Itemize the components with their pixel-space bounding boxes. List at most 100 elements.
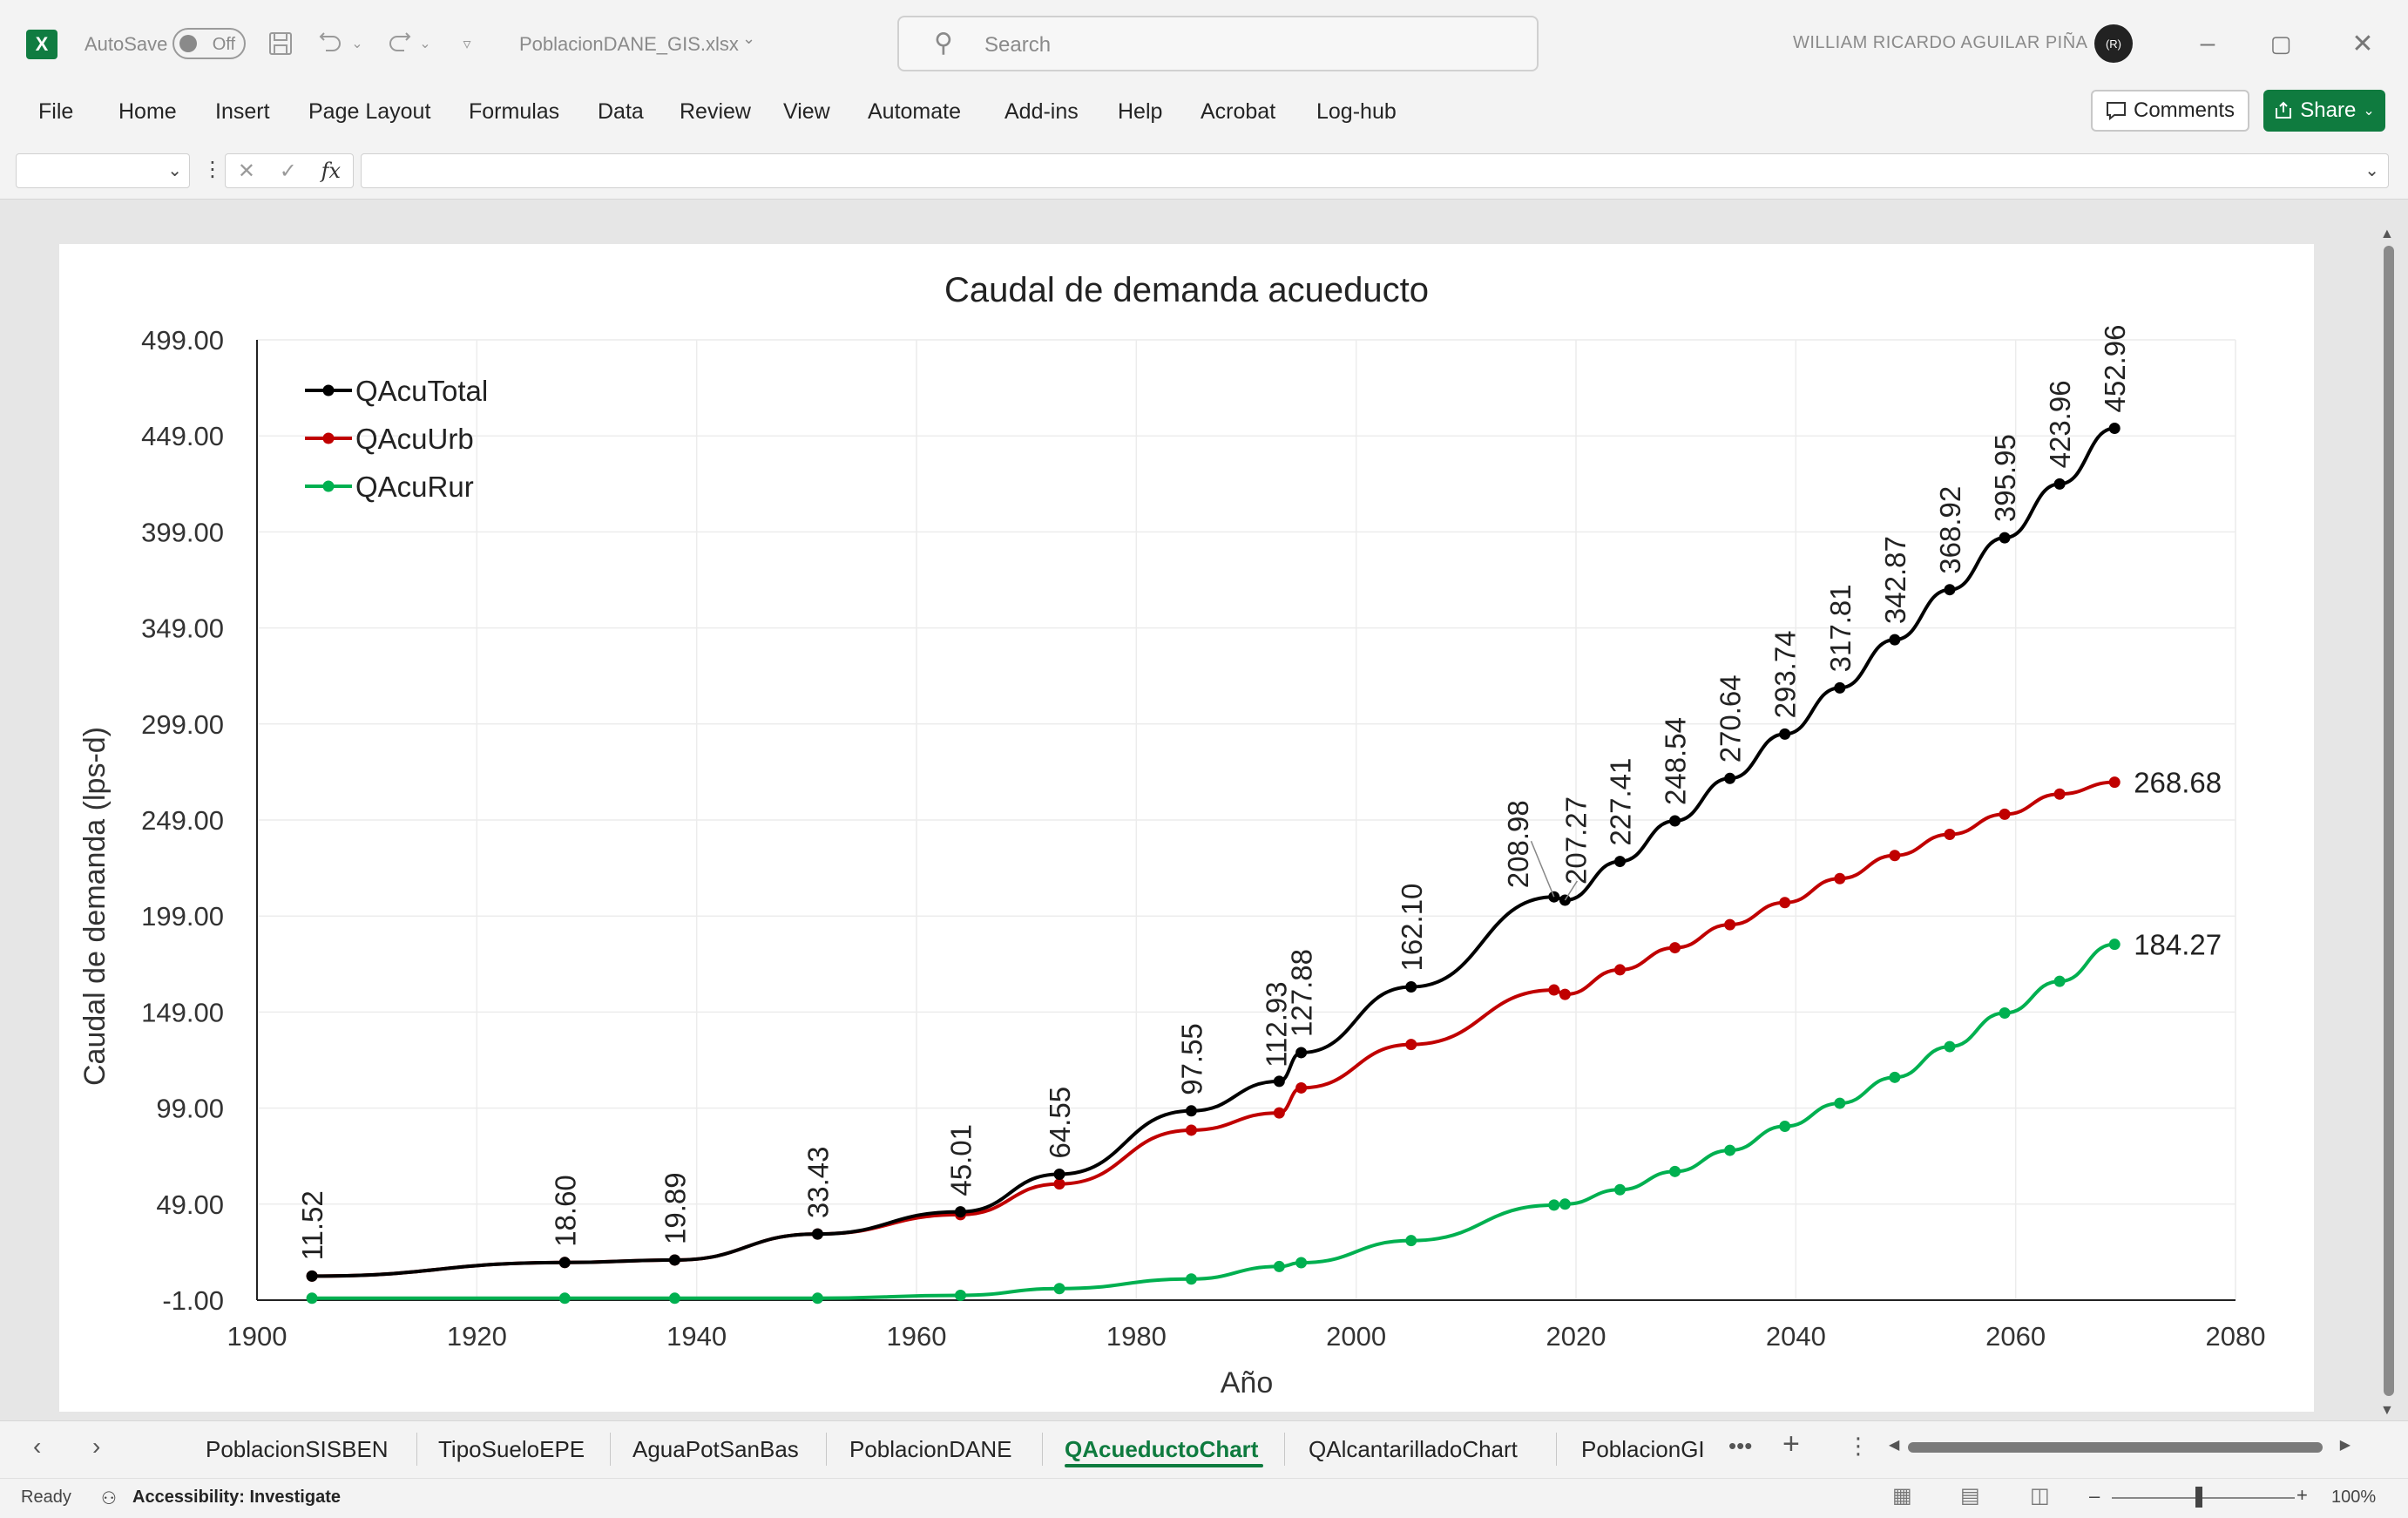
excel-logo-icon: X xyxy=(26,30,57,59)
menu-review[interactable]: Review xyxy=(680,99,751,125)
data-point-qacutotal xyxy=(1295,1047,1308,1059)
page-layout-view-icon[interactable]: ▤ xyxy=(1960,1483,1980,1508)
data-point-qacutotal xyxy=(1944,584,1956,596)
undo-dropdown-icon[interactable]: ⌄ xyxy=(348,26,366,61)
share-button[interactable]: Share ⌄ xyxy=(2263,90,2385,132)
data-point-qacutotal xyxy=(1273,1075,1285,1088)
tab-poblacion-sisben[interactable]: PoblacionSISBEN xyxy=(206,1436,389,1463)
data-point-qacurur xyxy=(668,1292,680,1305)
menu-insert[interactable]: Insert xyxy=(215,99,270,125)
data-point-qacutotal xyxy=(2053,478,2066,490)
horizontal-scrollbar[interactable]: ◀ ▶ xyxy=(1889,1438,2351,1455)
scroll-up-icon[interactable]: ▲ xyxy=(2380,227,2394,242)
legend-marker-qacurur xyxy=(322,480,335,492)
minimize-icon[interactable]: – xyxy=(2188,24,2227,63)
series-group xyxy=(306,422,2121,1305)
data-point-qacuurb xyxy=(1559,988,1571,1000)
scroll-down-icon[interactable]: ▼ xyxy=(2380,1403,2394,1419)
status-ready: Ready xyxy=(21,1488,71,1507)
close-icon[interactable]: ✕ xyxy=(2344,24,2382,63)
add-sheet-icon[interactable]: + xyxy=(1782,1427,1800,1461)
series-line-qacutotal xyxy=(312,426,2115,1278)
tab-poblacion-gi[interactable]: PoblacionGI xyxy=(1581,1436,1705,1463)
autosave-toggle[interactable]: Off xyxy=(172,28,246,59)
redo-dropdown-icon[interactable]: ⌄ xyxy=(416,26,434,61)
menu-acrobat[interactable]: Acrobat xyxy=(1201,99,1275,125)
data-label-qacutotal: 33.43 xyxy=(802,1147,834,1219)
data-point-qacurur xyxy=(306,1292,318,1305)
series-line-qacuurb xyxy=(312,780,2115,1278)
data-point-qacutotal xyxy=(811,1228,823,1240)
menu-formulas[interactable]: Formulas xyxy=(469,99,559,125)
y-tick-label: 149.00 xyxy=(141,997,224,1027)
formula-input[interactable]: ⌄ xyxy=(361,153,2389,188)
user-avatar[interactable]: (R) xyxy=(2094,24,2133,63)
hscrollbar-thumb[interactable] xyxy=(1908,1442,2323,1453)
undo-icon[interactable] xyxy=(314,26,348,61)
data-point-qacurur xyxy=(558,1292,571,1305)
x-tick-label: 1920 xyxy=(447,1321,507,1352)
menu-data[interactable]: Data xyxy=(598,99,644,125)
menu-help[interactable]: Help xyxy=(1118,99,1162,125)
name-box[interactable]: ⌄ xyxy=(16,153,190,188)
menu-log-hub[interactable]: Log-hub xyxy=(1316,99,1397,125)
menu-file[interactable]: File xyxy=(38,99,73,125)
scrollbar-thumb[interactable] xyxy=(2384,246,2394,1396)
menu-view[interactable]: View xyxy=(783,99,830,125)
chart-container[interactable]: Caudal de demanda acueducto Año Caudal d… xyxy=(59,244,2314,1412)
normal-view-icon[interactable]: ▦ xyxy=(1892,1483,1912,1508)
zoom-slider-knob[interactable] xyxy=(2195,1487,2202,1508)
data-point-qacurur xyxy=(1053,1283,1065,1295)
zoom-slider[interactable] xyxy=(2112,1497,2295,1499)
data-point-qacurur xyxy=(1779,1121,1791,1133)
chevron-down-icon[interactable]: ⌄ xyxy=(167,159,182,181)
zoom-in-icon[interactable]: + xyxy=(2296,1484,2308,1507)
accessibility-icon[interactable]: ⚇ xyxy=(101,1488,117,1509)
scroll-left-icon[interactable]: ◀ xyxy=(1889,1436,1899,1454)
zoom-out-icon[interactable]: – xyxy=(2089,1485,2100,1508)
filename-chevron-icon[interactable]: ⌄ xyxy=(742,30,755,48)
data-label-qacutotal: 248.54 xyxy=(1660,717,1692,805)
zoom-level[interactable]: 100% xyxy=(2331,1488,2376,1508)
tab-prev-icon[interactable]: ‹ xyxy=(33,1433,41,1460)
enter-icon[interactable]: ✓ xyxy=(280,159,297,184)
comments-button[interactable]: Comments xyxy=(2091,90,2249,132)
cancel-icon[interactable]: ✕ xyxy=(238,159,255,184)
label-leader-line xyxy=(1530,840,1555,898)
menu-page-layout[interactable]: Page Layout xyxy=(308,99,430,125)
x-tick-label: 1940 xyxy=(666,1321,727,1352)
scroll-right-icon[interactable]: ▶ xyxy=(2340,1436,2351,1454)
more-options-icon[interactable]: ⋮ xyxy=(202,157,223,182)
tab-next-icon[interactable]: › xyxy=(92,1433,100,1460)
data-point-qacuurb xyxy=(1669,942,1681,954)
accessibility-status[interactable]: Accessibility: Investigate xyxy=(132,1488,341,1508)
search-box[interactable]: ⚲ Search xyxy=(897,16,1539,71)
data-point-qacuurb xyxy=(1779,897,1791,909)
save-icon[interactable] xyxy=(263,26,298,61)
page-break-view-icon[interactable]: ◫ xyxy=(2030,1483,2050,1508)
customize-toolbar-icon[interactable]: ▿ xyxy=(450,26,484,61)
file-name[interactable]: PoblacionDANE_GIS.xlsx xyxy=(519,33,739,56)
tab-poblacion-dane[interactable]: PoblacionDANE xyxy=(849,1436,1011,1463)
sheet-options-icon[interactable]: ⋮ xyxy=(1847,1433,1870,1460)
x-tick-label: 2080 xyxy=(2206,1321,2266,1352)
legend-label-qacuurb: QAcuUrb xyxy=(355,423,474,455)
tab-agua-pot-san-bas[interactable]: AguaPotSanBas xyxy=(632,1436,799,1463)
tab-qalcantarillado-chart[interactable]: QAlcantarilladoChart xyxy=(1309,1436,1518,1463)
menu-home[interactable]: Home xyxy=(118,99,177,125)
tab-divider xyxy=(416,1433,417,1466)
tab-tipo-suelo-epe[interactable]: TipoSueloEPE xyxy=(438,1436,585,1463)
menu-add-ins[interactable]: Add-ins xyxy=(1004,99,1079,125)
expand-formula-icon[interactable]: ⌄ xyxy=(2364,159,2379,181)
insert-function-icon[interactable]: fx xyxy=(321,159,341,183)
maximize-icon[interactable]: ▢ xyxy=(2262,24,2300,63)
data-label-qacutotal: 452.96 xyxy=(2099,325,2131,413)
formula-controls: ✕ ✓ fx xyxy=(225,153,354,188)
tab-qacueducto-chart[interactable]: QAcueductoChart xyxy=(1065,1436,1258,1463)
menu-automate[interactable]: Automate xyxy=(868,99,961,125)
data-label-qacutotal: 423.96 xyxy=(2044,380,2076,468)
redo-icon[interactable] xyxy=(382,26,416,61)
more-tabs-icon[interactable]: ••• xyxy=(1728,1433,1752,1460)
y-tick-label: -1.00 xyxy=(162,1285,224,1316)
vertical-scrollbar[interactable]: ▲ ▼ xyxy=(2378,227,2399,1420)
